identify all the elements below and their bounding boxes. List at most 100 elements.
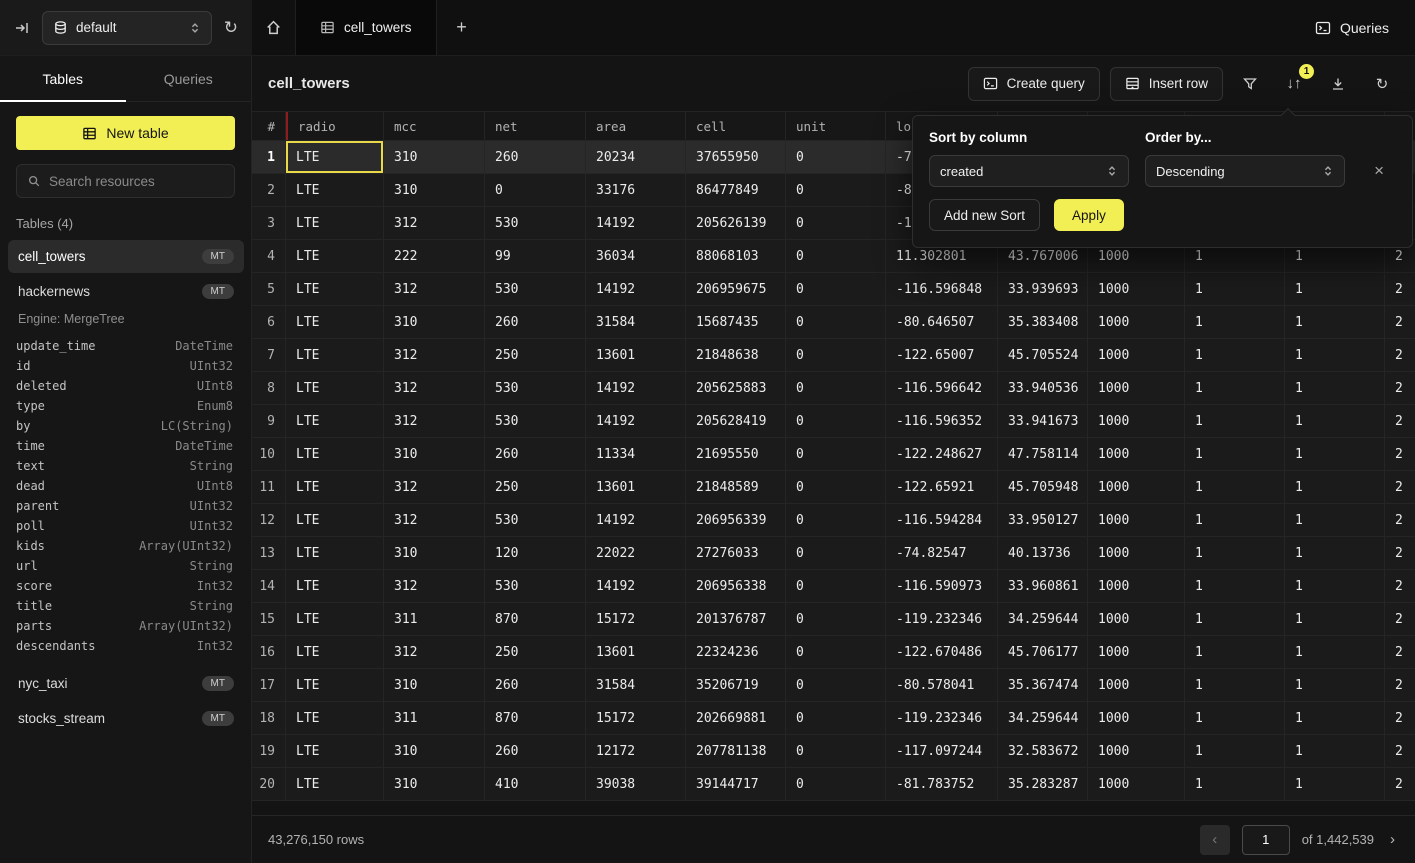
cell[interactable]: 1 <box>1185 735 1285 767</box>
cell[interactable]: 870 <box>485 702 586 734</box>
cell[interactable]: LTE <box>286 438 384 470</box>
sidebar-tab-queries[interactable]: Queries <box>126 56 252 101</box>
cell[interactable]: 11334 <box>586 438 686 470</box>
cell[interactable]: 21848638 <box>686 339 786 371</box>
cell[interactable]: 33.940536 <box>998 372 1088 404</box>
cell[interactable]: LTE <box>286 372 384 404</box>
cell[interactable]: 1 <box>1285 537 1385 569</box>
cell[interactable]: -122.65921 <box>886 471 998 503</box>
cell[interactable]: 0 <box>786 174 886 206</box>
cell[interactable]: 33.939693 <box>998 273 1088 305</box>
cell[interactable]: 12172 <box>586 735 686 767</box>
cell[interactable]: 1 <box>1185 504 1285 536</box>
cell[interactable]: 312 <box>384 636 485 668</box>
cell[interactable]: LTE <box>286 603 384 635</box>
insert-row-button[interactable]: Insert row <box>1110 67 1223 101</box>
cell[interactable]: 312 <box>384 207 485 239</box>
cell[interactable]: 206956338 <box>686 570 786 602</box>
row-index[interactable]: 20 <box>252 768 286 800</box>
cell[interactable]: -116.596642 <box>886 372 998 404</box>
cell[interactable]: 14192 <box>586 570 686 602</box>
tab-cell-towers[interactable]: cell_towers <box>296 0 437 55</box>
table-row[interactable]: 7LTE31225013601218486380-122.6500745.705… <box>252 339 1415 372</box>
sort-button[interactable]: ↓↑ 1 <box>1277 67 1311 101</box>
cell[interactable]: 870 <box>485 603 586 635</box>
cell[interactable]: LTE <box>286 537 384 569</box>
cell[interactable]: 1 <box>1185 537 1285 569</box>
cell[interactable]: 1000 <box>1088 636 1185 668</box>
cell[interactable]: 1 <box>1285 636 1385 668</box>
cell[interactable]: 0 <box>786 306 886 338</box>
cell[interactable]: 310 <box>384 768 485 800</box>
cell[interactable]: 33.950127 <box>998 504 1088 536</box>
cell[interactable]: 2 <box>1385 735 1415 767</box>
sidebar-item-stocks-stream[interactable]: stocks_stream MT <box>8 702 244 735</box>
cell[interactable]: 250 <box>485 636 586 668</box>
cell[interactable]: 36034 <box>586 240 686 272</box>
cell[interactable]: 21695550 <box>686 438 786 470</box>
cell[interactable]: 2 <box>1385 438 1415 470</box>
cell[interactable]: 1 <box>1185 570 1285 602</box>
refresh-databases-button[interactable]: ↻ <box>224 18 238 38</box>
cell[interactable]: 310 <box>384 537 485 569</box>
cell[interactable]: 14192 <box>586 504 686 536</box>
table-row[interactable]: 19LTE310260121722077811380-117.09724432.… <box>252 735 1415 768</box>
create-query-button[interactable]: Create query <box>968 67 1100 101</box>
cell[interactable]: 1 <box>1185 702 1285 734</box>
cell[interactable]: 530 <box>485 372 586 404</box>
cell[interactable]: 0 <box>786 471 886 503</box>
cell[interactable]: 310 <box>384 438 485 470</box>
cell[interactable]: 312 <box>384 339 485 371</box>
table-row[interactable]: 16LTE31225013601223242360-122.67048645.7… <box>252 636 1415 669</box>
cell[interactable]: 99 <box>485 240 586 272</box>
database-selector[interactable]: default <box>42 11 212 45</box>
table-row[interactable]: 14LTE312530141922069563380-116.59097333.… <box>252 570 1415 603</box>
cell[interactable]: 2 <box>1385 669 1415 701</box>
cell[interactable]: 1000 <box>1088 339 1185 371</box>
cell[interactable]: 530 <box>485 207 586 239</box>
cell[interactable]: 206956339 <box>686 504 786 536</box>
cell[interactable]: 1000 <box>1088 537 1185 569</box>
cell[interactable]: 1000 <box>1088 603 1185 635</box>
cell[interactable]: 1000 <box>1088 735 1185 767</box>
cell[interactable]: 310 <box>384 306 485 338</box>
cell[interactable]: 312 <box>384 405 485 437</box>
cell[interactable]: -122.670486 <box>886 636 998 668</box>
search-input[interactable] <box>49 174 224 189</box>
cell[interactable]: LTE <box>286 636 384 668</box>
cell[interactable]: 0 <box>786 636 886 668</box>
cell[interactable]: 1 <box>1285 471 1385 503</box>
cell[interactable]: -80.578041 <box>886 669 998 701</box>
cell[interactable]: 86477849 <box>686 174 786 206</box>
row-index[interactable]: 19 <box>252 735 286 767</box>
cell[interactable]: 45.705948 <box>998 471 1088 503</box>
cell[interactable]: LTE <box>286 306 384 338</box>
row-index[interactable]: 2 <box>252 174 286 206</box>
cell[interactable]: 47.758114 <box>998 438 1088 470</box>
sidebar-item-nyc-taxi[interactable]: nyc_taxi MT <box>8 667 244 700</box>
cell[interactable]: 13601 <box>586 471 686 503</box>
column-header-cell[interactable]: cell <box>686 112 786 140</box>
cell[interactable]: 310 <box>384 735 485 767</box>
new-tab-button[interactable]: + <box>437 0 487 55</box>
cell[interactable]: 250 <box>485 339 586 371</box>
cell[interactable]: 2 <box>1385 273 1415 305</box>
table-row[interactable]: 17LTE31026031584352067190-80.57804135.36… <box>252 669 1415 702</box>
cell[interactable]: 1 <box>1285 339 1385 371</box>
cell[interactable]: LTE <box>286 768 384 800</box>
cell[interactable]: -116.596352 <box>886 405 998 437</box>
cell[interactable]: 20234 <box>586 141 686 173</box>
cell[interactable]: 0 <box>786 207 886 239</box>
cell[interactable]: 1 <box>1285 669 1385 701</box>
table-row[interactable]: 15LTE311870151722013767870-119.23234634.… <box>252 603 1415 636</box>
table-row[interactable]: 12LTE312530141922069563390-116.59428433.… <box>252 504 1415 537</box>
cell[interactable]: 0 <box>786 669 886 701</box>
cell[interactable]: -116.596848 <box>886 273 998 305</box>
cell[interactable]: 1000 <box>1088 669 1185 701</box>
sidebar-item-hackernews[interactable]: hackernews MT <box>8 275 244 308</box>
cell[interactable]: 1 <box>1185 636 1285 668</box>
cell[interactable]: LTE <box>286 570 384 602</box>
cell[interactable]: 1000 <box>1088 471 1185 503</box>
queries-button[interactable]: Queries <box>1289 0 1415 55</box>
add-new-sort-button[interactable]: Add new Sort <box>929 199 1040 231</box>
